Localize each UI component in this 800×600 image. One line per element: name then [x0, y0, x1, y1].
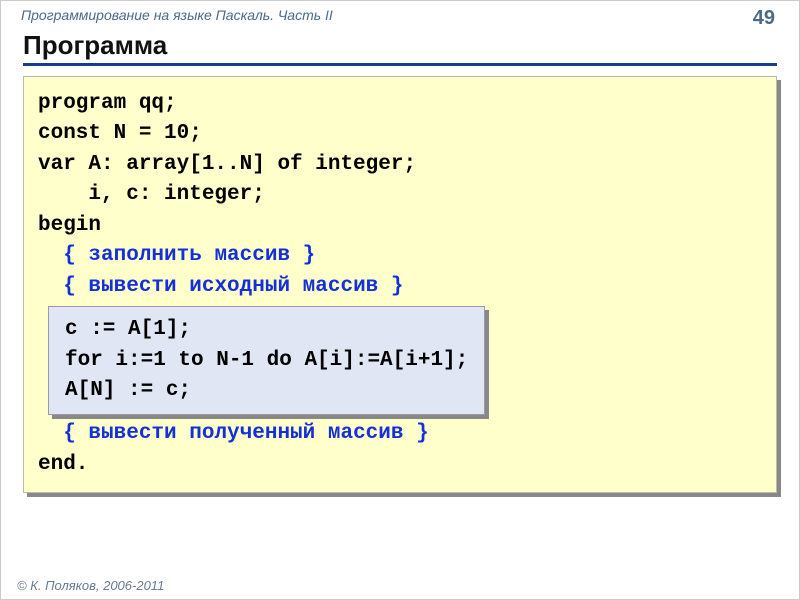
indent: [38, 275, 63, 298]
code-line: program qq;: [38, 92, 177, 115]
indent: [38, 244, 63, 267]
code-comment: { вывести полученный массив }: [63, 422, 428, 445]
code-line: i, c: integer;: [38, 183, 265, 206]
page-number: 49: [753, 7, 775, 30]
code-line: for i:=1 to N-1 do A[i]:=A[i+1];: [65, 349, 468, 372]
code-comment: { вывести исходный массив }: [63, 275, 403, 298]
indent: [38, 422, 63, 445]
code-line: var A: array[1..N] of integer;: [38, 153, 416, 176]
code-block: program qq; const N = 10; var A: array[1…: [23, 76, 777, 493]
code-line: begin: [38, 214, 101, 237]
code-line: const N = 10;: [38, 122, 202, 145]
code-comment: { заполнить массив }: [63, 244, 315, 267]
code-content: program qq; const N = 10; var A: array[1…: [23, 76, 777, 493]
code-line: A[N] := c;: [65, 379, 191, 402]
code-line: end.: [38, 453, 88, 476]
highlight-content: c := A[1]; for i:=1 to N-1 do A[i]:=A[i+…: [48, 306, 485, 415]
title-rule: [23, 63, 777, 66]
code-line: c := A[1];: [65, 318, 191, 341]
slide-header: Программирование на языке Паскаль. Часть…: [1, 1, 799, 30]
slide-title: Программа: [1, 30, 799, 63]
copyright: © К. Поляков, 2006-2011: [17, 578, 164, 593]
course-title: Программирование на языке Паскаль. Часть…: [21, 7, 333, 30]
highlight-block: c := A[1]; for i:=1 to N-1 do A[i]:=A[i+…: [48, 306, 485, 415]
